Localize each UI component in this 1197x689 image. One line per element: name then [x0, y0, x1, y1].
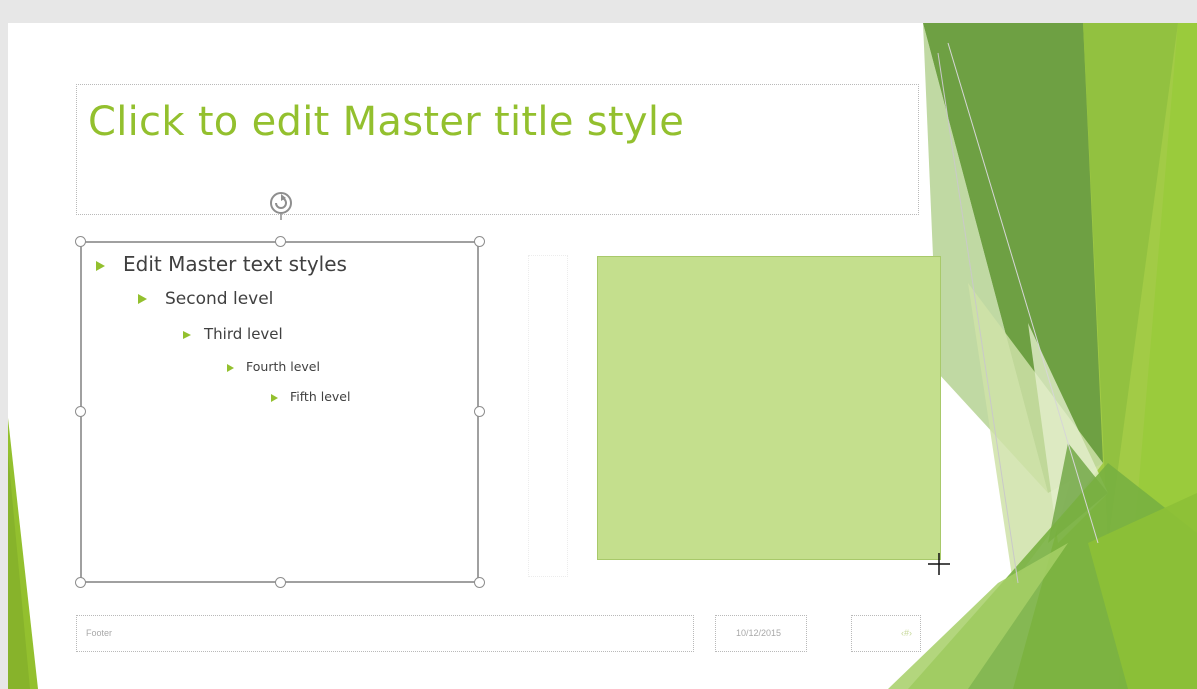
- title-placeholder[interactable]: Click to edit Master title style: [76, 84, 919, 215]
- resize-handle-bottom-left[interactable]: [75, 577, 86, 588]
- bullet-level-5[interactable]: Fifth level: [271, 389, 350, 404]
- resize-handle-right[interactable]: [474, 406, 485, 417]
- bullet-text: Edit Master text styles: [123, 252, 347, 276]
- faint-placeholder-outline: [528, 255, 568, 577]
- bullet-arrow-icon: [183, 330, 191, 339]
- resize-handle-bottom-right[interactable]: [474, 577, 485, 588]
- footer-placeholder[interactable]: Footer: [76, 615, 694, 652]
- bullet-arrow-icon: [227, 363, 234, 372]
- date-text: 10/12/2015: [736, 628, 782, 638]
- bullet-arrow-icon: [271, 393, 278, 402]
- bullet-level-2[interactable]: Second level: [138, 289, 273, 309]
- slide-master-canvas[interactable]: Click to edit Master title style Edit Ma…: [8, 23, 1197, 689]
- slide-number-placeholder[interactable]: ‹#›: [851, 615, 921, 652]
- slide-number-text: ‹#›: [901, 628, 912, 638]
- crosshair-cursor-icon: [928, 553, 950, 575]
- bullet-text: Fourth level: [246, 359, 320, 374]
- bullet-text: Third level: [204, 325, 283, 343]
- bullet-level-1[interactable]: Edit Master text styles: [96, 252, 347, 276]
- bullet-arrow-icon: [138, 294, 147, 304]
- rotate-handle-icon[interactable]: [266, 190, 296, 220]
- bullet-text: Fifth level: [290, 389, 351, 404]
- bullet-text: Second level: [165, 289, 274, 309]
- master-title-text[interactable]: Click to edit Master title style: [88, 99, 684, 145]
- bullet-arrow-icon: [96, 260, 105, 271]
- picture-placeholder-shape[interactable]: [597, 256, 941, 560]
- bullet-level-4[interactable]: Fourth level: [227, 359, 320, 374]
- bullet-level-3[interactable]: Third level: [183, 325, 283, 343]
- resize-handle-top[interactable]: [275, 236, 286, 247]
- resize-handle-top-right[interactable]: [474, 236, 485, 247]
- resize-handle-bottom[interactable]: [275, 577, 286, 588]
- date-placeholder[interactable]: 10/12/2015: [715, 615, 807, 652]
- footer-text: Footer: [86, 628, 113, 638]
- resize-handle-top-left[interactable]: [75, 236, 86, 247]
- resize-handle-left[interactable]: [75, 406, 86, 417]
